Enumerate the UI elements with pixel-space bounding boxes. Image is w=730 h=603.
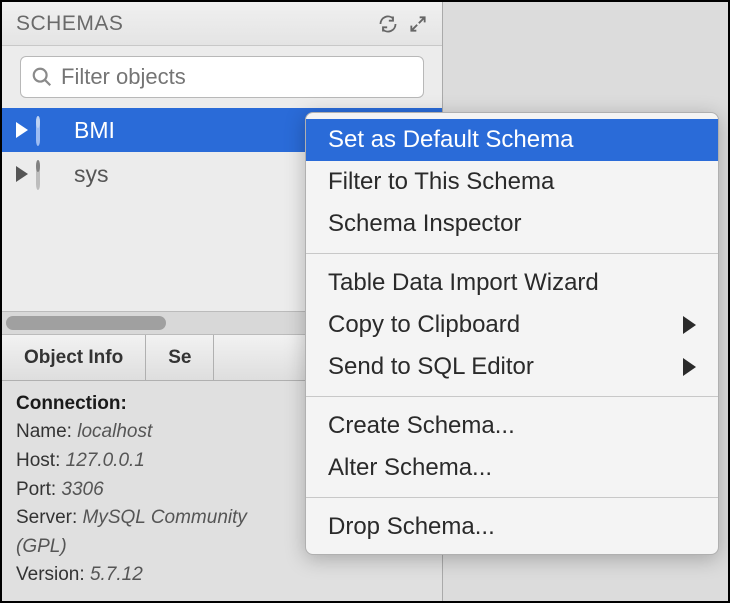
menu-schema-inspector[interactable]: Schema Inspector — [306, 203, 718, 245]
menu-separator — [306, 396, 718, 397]
tab-session[interactable]: Se — [146, 335, 214, 380]
refresh-icon[interactable] — [378, 14, 398, 34]
conn-server-label: Server: — [16, 507, 77, 528]
schema-name: sys — [74, 161, 109, 188]
conn-host-label: Host: — [16, 450, 60, 471]
filter-objects-input[interactable] — [61, 64, 413, 90]
menu-alter-schema[interactable]: Alter Schema... — [306, 447, 718, 489]
menu-send-to-sql-editor[interactable]: Send to SQL Editor — [306, 346, 718, 388]
schemas-header: SCHEMAS — [2, 2, 442, 46]
filter-box[interactable] — [20, 56, 424, 98]
menu-create-schema[interactable]: Create Schema... — [306, 405, 718, 447]
menu-separator — [306, 497, 718, 498]
expand-icon[interactable] — [408, 14, 428, 34]
expand-arrow-icon[interactable] — [16, 122, 28, 138]
schemas-title: SCHEMAS — [16, 12, 123, 36]
conn-host-value: 127.0.0.1 — [66, 450, 145, 471]
menu-label: Send to SQL Editor — [328, 353, 534, 381]
conn-version-label: Version: — [16, 564, 85, 585]
schema-name: BMI — [74, 117, 115, 144]
conn-name-value: localhost — [77, 421, 152, 442]
conn-name-label: Name: — [16, 421, 72, 442]
menu-set-default-schema[interactable]: Set as Default Schema — [306, 119, 718, 161]
connection-heading: Connection: — [16, 393, 127, 414]
menu-table-data-import[interactable]: Table Data Import Wizard — [306, 262, 718, 304]
menu-filter-to-schema[interactable]: Filter to This Schema — [306, 161, 718, 203]
menu-separator — [306, 253, 718, 254]
submenu-arrow-icon — [683, 358, 696, 376]
expand-arrow-icon[interactable] — [16, 166, 28, 182]
menu-label: Copy to Clipboard — [328, 311, 520, 339]
menu-label: Filter to This Schema — [328, 168, 554, 196]
submenu-arrow-icon — [683, 316, 696, 334]
search-icon — [31, 66, 53, 88]
conn-version-value: 5.7.12 — [90, 564, 143, 585]
menu-label: Set as Default Schema — [328, 126, 573, 154]
menu-label: Alter Schema... — [328, 454, 492, 482]
conn-server-value: MySQL Community — [83, 507, 247, 528]
menu-label: Schema Inspector — [328, 210, 521, 238]
menu-label: Drop Schema... — [328, 513, 495, 541]
database-icon — [36, 162, 64, 186]
database-icon — [36, 118, 64, 142]
context-menu: Set as Default Schema Filter to This Sch… — [305, 112, 719, 555]
conn-port-value: 3306 — [61, 479, 103, 500]
conn-port-label: Port: — [16, 479, 56, 500]
scrollbar-thumb[interactable] — [6, 316, 166, 330]
menu-label: Create Schema... — [328, 412, 515, 440]
tab-object-info[interactable]: Object Info — [2, 335, 146, 380]
menu-copy-to-clipboard[interactable]: Copy to Clipboard — [306, 304, 718, 346]
menu-label: Table Data Import Wizard — [328, 269, 599, 297]
menu-drop-schema[interactable]: Drop Schema... — [306, 506, 718, 548]
conn-server-suffix: (GPL) — [16, 536, 67, 557]
